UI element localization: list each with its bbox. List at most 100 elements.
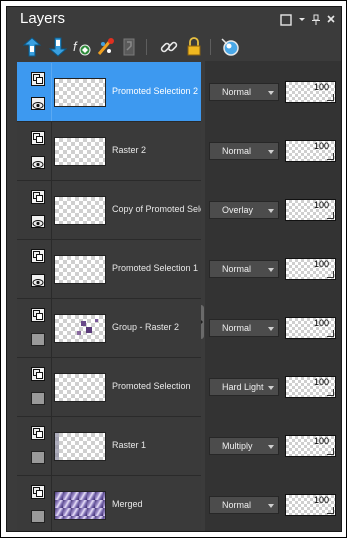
blend-mode-value: Hard Light (222, 382, 264, 392)
layers-toolbar: f (7, 33, 341, 61)
blend-mode-select[interactable]: Normal (209, 260, 279, 278)
layers-window: Layers f Promoted Selection 2 Normal 100… (0, 0, 347, 538)
opacity-value: 100 (313, 318, 329, 328)
blend-mode-select[interactable]: Multiply (209, 437, 279, 455)
opacity-field[interactable]: 100 (285, 140, 336, 162)
visibility-off-toggle[interactable] (31, 333, 45, 346)
row-divider (51, 299, 52, 358)
blend-mode-select[interactable]: Overlay (209, 201, 279, 219)
layer-row[interactable]: Raster 2 (17, 121, 201, 181)
chevron-down-icon (268, 386, 274, 390)
layer-row[interactable]: Raster 1 (17, 416, 201, 476)
close-icon[interactable] (323, 12, 339, 28)
blend-mode-value: Normal (222, 87, 252, 97)
layer-name: Promoted Selection 1 (112, 263, 199, 273)
layer-row[interactable]: Promoted Selection (17, 357, 201, 417)
svg-text:f: f (73, 39, 78, 54)
toolbar-separator (210, 39, 211, 55)
eye-icon[interactable] (31, 156, 45, 169)
resize-grip (327, 330, 334, 337)
layer-name: Copy of Promoted Selection (112, 204, 201, 214)
row-divider (51, 240, 52, 299)
blend-mode-select[interactable]: Normal (209, 142, 279, 160)
opacity-value: 100 (313, 495, 329, 505)
blend-mode-value: Normal (222, 500, 252, 510)
layer-type-icon (31, 72, 45, 86)
resize-grip (327, 448, 334, 455)
blend-mode-select[interactable]: Normal (209, 83, 279, 101)
layer-row[interactable]: Promoted Selection 2 (17, 62, 201, 122)
visibility-off-toggle[interactable] (31, 451, 45, 464)
opacity-field[interactable]: 100 (285, 199, 336, 221)
chevron-down-icon (268, 91, 274, 95)
layer-thumbnail (54, 255, 106, 284)
chevron-down-icon (268, 327, 274, 331)
chevron-down-icon (268, 209, 274, 213)
layer-row[interactable]: Merged (17, 475, 201, 531)
row-divider (51, 476, 52, 531)
opacity-value: 100 (313, 141, 329, 151)
row-divider (51, 63, 52, 122)
link-icon[interactable] (158, 36, 180, 58)
visibility-off-toggle[interactable] (31, 392, 45, 405)
row-divider (51, 122, 52, 181)
new-raster-layer-icon[interactable] (21, 36, 43, 58)
layers-list: Promoted Selection 2 Normal 100 Raster 2… (7, 61, 341, 531)
visibility-toggle-icon[interactable] (219, 36, 241, 58)
row-divider (51, 417, 52, 476)
opacity-value: 100 (313, 259, 329, 269)
palette-title: Layers (20, 10, 66, 27)
layer-type-icon (31, 190, 45, 204)
layer-type-icon (31, 426, 45, 440)
lock-icon[interactable] (183, 36, 205, 58)
opacity-field[interactable]: 100 (285, 258, 336, 280)
layer-name: Promoted Selection 2 (112, 86, 199, 96)
maximize-icon[interactable] (278, 12, 294, 28)
opacity-value: 100 (313, 82, 329, 92)
chevron-down-icon (268, 445, 274, 449)
blend-mode-select[interactable]: Normal (209, 319, 279, 337)
opacity-field[interactable]: 100 (285, 81, 336, 103)
row-divider (51, 181, 52, 240)
pin-icon[interactable] (308, 12, 324, 28)
palette-titlebar[interactable]: Layers (7, 7, 341, 33)
opacity-value: 100 (313, 200, 329, 210)
blend-mode-value: Normal (222, 323, 252, 333)
layer-thumbnail (54, 314, 106, 343)
blend-mode-value: Normal (222, 264, 252, 274)
eye-icon[interactable] (31, 215, 45, 228)
blend-mode-value: Multiply (222, 441, 253, 451)
layer-type-icon (31, 131, 45, 145)
resize-grip (327, 271, 334, 278)
blend-mode-value: Normal (222, 146, 252, 156)
resize-grip (327, 212, 334, 219)
blend-mode-select[interactable]: Normal (209, 496, 279, 514)
new-vector-layer-icon[interactable] (47, 36, 69, 58)
blend-mode-value: Overlay (222, 205, 254, 215)
layer-thumbnail (54, 373, 106, 402)
new-adjustment-layer-icon[interactable]: f (71, 36, 93, 58)
layer-row[interactable]: Group - Raster 2 (17, 298, 201, 358)
layer-row[interactable]: Promoted Selection 1 (17, 239, 201, 299)
chevron-down-icon (268, 268, 274, 272)
new-mask-layer-icon[interactable] (95, 36, 117, 58)
layer-type-icon (31, 367, 45, 381)
eye-icon[interactable] (31, 274, 45, 287)
opacity-field[interactable]: 100 (285, 317, 336, 339)
chevron-down-icon (268, 504, 274, 508)
layer-row[interactable]: Copy of Promoted Selection (17, 180, 201, 240)
layer-type-icon (31, 249, 45, 263)
opacity-field[interactable]: 100 (285, 494, 336, 516)
visibility-off-toggle[interactable] (31, 510, 45, 523)
layer-thumbnail (54, 137, 106, 166)
opacity-field[interactable]: 100 (285, 435, 336, 457)
resize-grip (327, 94, 334, 101)
layer-name: Group - Raster 2 (112, 322, 180, 332)
layer-properties-column (205, 61, 341, 531)
eye-icon[interactable] (31, 97, 45, 110)
opacity-value: 100 (313, 377, 329, 387)
resize-grip (327, 389, 334, 396)
mask-icon[interactable] (118, 36, 140, 58)
opacity-field[interactable]: 100 (285, 376, 336, 398)
blend-mode-select[interactable]: Hard Light (209, 378, 279, 396)
